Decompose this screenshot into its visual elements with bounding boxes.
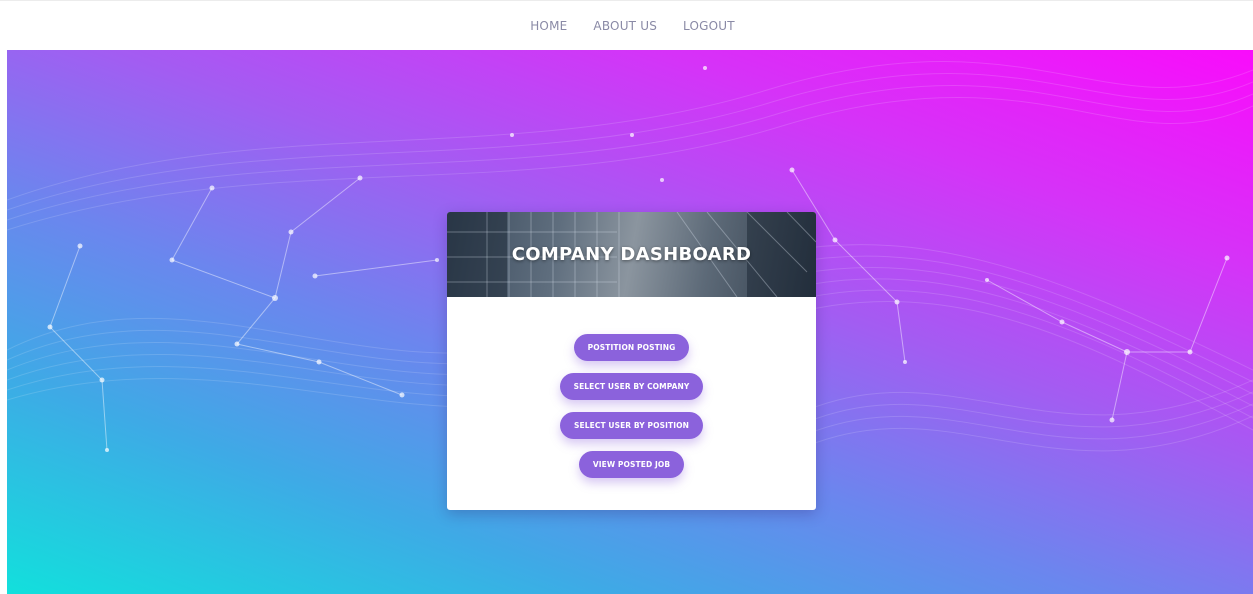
select-user-by-position-button[interactable]: SELECT USER BY POSITION (560, 412, 703, 439)
hero-background: COMPANY DASHBOARD POSTITION POSTING SELE… (7, 50, 1253, 594)
card-header-image: COMPANY DASHBOARD (447, 212, 816, 297)
nav-logout-link[interactable]: LOGOUT (683, 19, 735, 33)
select-user-by-company-button[interactable]: SELECT USER BY COMPANY (559, 373, 704, 400)
top-navbar: HOME ABOUT US LOGOUT (0, 0, 1253, 50)
company-dashboard-card: COMPANY DASHBOARD POSTITION POSTING SELE… (447, 212, 816, 510)
main-nav: HOME ABOUT US LOGOUT (0, 1, 1253, 51)
card-title: COMPANY DASHBOARD (511, 244, 752, 265)
view-posted-job-button[interactable]: VIEW POSTED JOB (578, 451, 685, 478)
dashboard-actions: POSTITION POSTING SELECT USER BY COMPANY… (447, 334, 816, 478)
position-posting-button[interactable]: POSTITION POSTING (573, 334, 690, 361)
nav-about-us-link[interactable]: ABOUT US (593, 19, 657, 33)
nav-home-link[interactable]: HOME (530, 19, 567, 33)
